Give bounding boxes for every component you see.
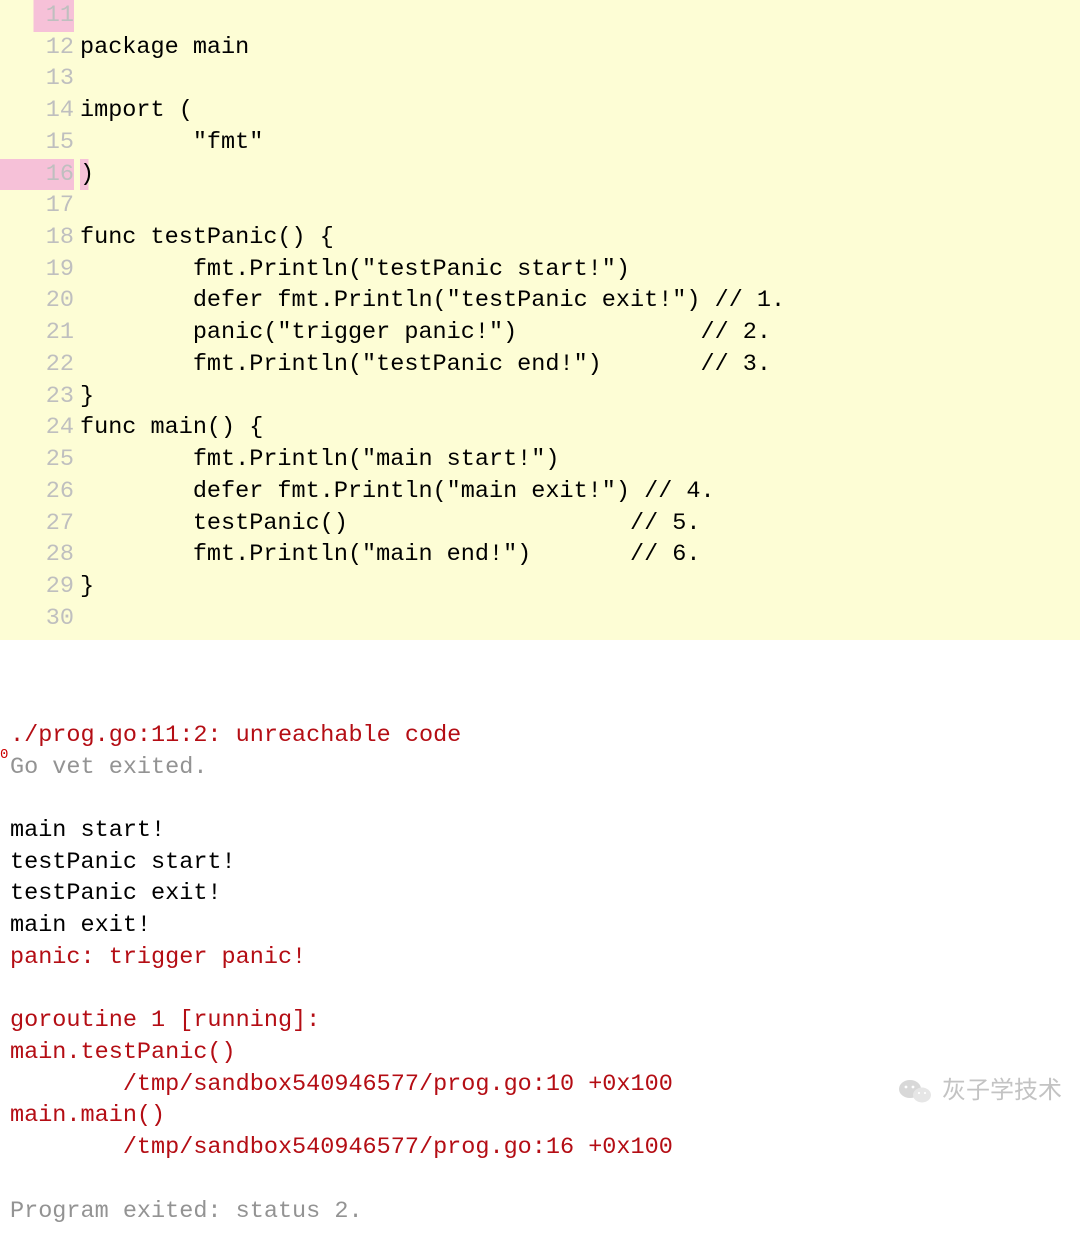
watermark: 灰子学技术 <box>898 1075 1062 1107</box>
console-line: panic: trigger panic! <box>10 942 1070 974</box>
line-number: 19 <box>0 254 74 286</box>
line-number: 30 <box>0 603 74 635</box>
console-line <box>10 1164 1070 1196</box>
code-line[interactable] <box>80 603 1080 635</box>
console-line: main exit! <box>10 910 1070 942</box>
code-line[interactable]: import ( <box>80 95 1080 127</box>
console-line <box>10 974 1070 1006</box>
cursor-marker: 0 <box>0 746 8 765</box>
line-number: 27 <box>0 508 74 540</box>
line-number: 12 <box>0 32 74 64</box>
line-number: 15 <box>0 127 74 159</box>
line-number: 22 <box>0 349 74 381</box>
line-number: 20 <box>0 285 74 317</box>
code-line[interactable]: func testPanic() { <box>80 222 1080 254</box>
code-line[interactable]: fmt.Println("testPanic end!") // 3. <box>80 349 1080 381</box>
console-line: ./prog.go:11:2: unreachable code <box>10 720 1070 752</box>
watermark-text: 灰子学技术 <box>942 1075 1062 1107</box>
line-number: 23 <box>0 381 74 413</box>
code-line[interactable]: fmt.Println("main start!") <box>80 444 1080 476</box>
code-line[interactable]: ) <box>80 159 1080 191</box>
code-editor[interactable]: 1112131415161718192021222324252627282930… <box>0 0 1080 640</box>
console-line: /tmp/sandbox540946577/prog.go:16 +0x100 <box>10 1132 1070 1164</box>
console-line: Go vet exited. <box>10 752 1070 784</box>
code-area[interactable]: package main import ( "fmt") func testPa… <box>80 0 1080 634</box>
code-line[interactable]: func main() { <box>80 412 1080 444</box>
line-number: 26 <box>0 476 74 508</box>
output-console: 0 ./prog.go:11:2: unreachable codeGo vet… <box>0 640 1080 1235</box>
console-line: Program exited: status 2. <box>10 1196 1070 1228</box>
code-line[interactable]: defer fmt.Println("main exit!") // 4. <box>80 476 1080 508</box>
console-line: main start! <box>10 815 1070 847</box>
code-line[interactable]: "fmt" <box>80 127 1080 159</box>
console-line <box>10 783 1070 815</box>
code-line[interactable]: fmt.Println("testPanic start!") <box>80 254 1080 286</box>
code-line[interactable] <box>80 63 1080 95</box>
code-line[interactable] <box>80 190 1080 222</box>
console-line: testPanic start! <box>10 847 1070 879</box>
code-line[interactable]: package main <box>80 32 1080 64</box>
line-number: 13 <box>0 63 74 95</box>
line-number: 28 <box>0 539 74 571</box>
line-number: 29 <box>0 571 74 603</box>
code-line[interactable]: fmt.Println("main end!") // 6. <box>80 539 1080 571</box>
code-line[interactable]: defer fmt.Println("testPanic exit!") // … <box>80 285 1080 317</box>
wechat-icon <box>898 1077 932 1105</box>
line-number: 24 <box>0 412 74 444</box>
line-number: 14 <box>0 95 74 127</box>
code-line[interactable]: } <box>80 571 1080 603</box>
line-number: 11 <box>0 0 74 32</box>
code-line[interactable]: panic("trigger panic!") // 2. <box>80 317 1080 349</box>
code-line[interactable]: } <box>80 381 1080 413</box>
line-number: 21 <box>0 317 74 349</box>
console-line: main.testPanic() <box>10 1037 1070 1069</box>
console-line: testPanic exit! <box>10 878 1070 910</box>
line-number-gutter: 1112131415161718192021222324252627282930 <box>0 0 80 634</box>
code-line[interactable] <box>80 0 1080 32</box>
code-line[interactable]: testPanic() // 5. <box>80 508 1080 540</box>
line-number: 16 <box>0 159 74 191</box>
line-number: 25 <box>0 444 74 476</box>
line-number: 17 <box>0 190 74 222</box>
console-line: goroutine 1 [running]: <box>10 1005 1070 1037</box>
line-number: 18 <box>0 222 74 254</box>
